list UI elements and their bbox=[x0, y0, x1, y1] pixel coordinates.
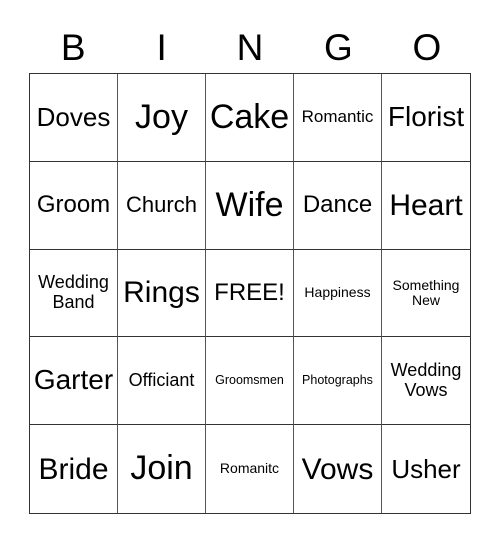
bingo-cell: Cake bbox=[206, 74, 294, 162]
bingo-cell: Groomsmen bbox=[206, 337, 294, 426]
bingo-cell: Officiant bbox=[118, 337, 206, 426]
bingo-cell: Photographs bbox=[294, 337, 382, 426]
bingo-header: B I N G O bbox=[29, 22, 471, 74]
bingo-cell: Romantic bbox=[294, 74, 382, 162]
bingo-cell: Happiness bbox=[294, 249, 382, 338]
bingo-cell: Joy bbox=[118, 74, 206, 162]
header-letter-b: B bbox=[60, 27, 86, 68]
bingo-card-grid: Doves Joy Cake Romantic Florist Groom Ch… bbox=[29, 73, 471, 514]
bingo-cell: Garter bbox=[30, 337, 118, 426]
bingo-cell: Rings bbox=[118, 249, 206, 338]
header-letter-i: I bbox=[156, 27, 167, 68]
header-letter-n: N bbox=[236, 27, 264, 68]
bingo-cell: Bride bbox=[30, 425, 118, 513]
bingo-cell: Wedding Band bbox=[30, 249, 118, 338]
bingo-cell: Something New bbox=[382, 250, 470, 338]
bingo-cell: Join bbox=[118, 425, 206, 513]
bingo-cell: Wife bbox=[206, 161, 294, 250]
bingo-cell: Church bbox=[118, 161, 206, 250]
bingo-cell: Florist bbox=[382, 74, 470, 162]
bingo-cell: Dance bbox=[294, 161, 382, 250]
bingo-cell: Heart bbox=[382, 162, 470, 250]
bingo-cell: Vows bbox=[294, 425, 382, 513]
bingo-cell: Romanitc bbox=[206, 425, 294, 513]
free-space-cell: FREE! bbox=[206, 249, 294, 338]
bingo-cell: Groom bbox=[30, 161, 118, 250]
bingo-cell: Doves bbox=[30, 74, 118, 162]
header-letter-o: O bbox=[412, 27, 442, 68]
header-letter-g: G bbox=[324, 27, 353, 68]
bingo-cell: Usher bbox=[391, 453, 461, 484]
bingo-cell: Wedding Vows bbox=[382, 337, 470, 426]
